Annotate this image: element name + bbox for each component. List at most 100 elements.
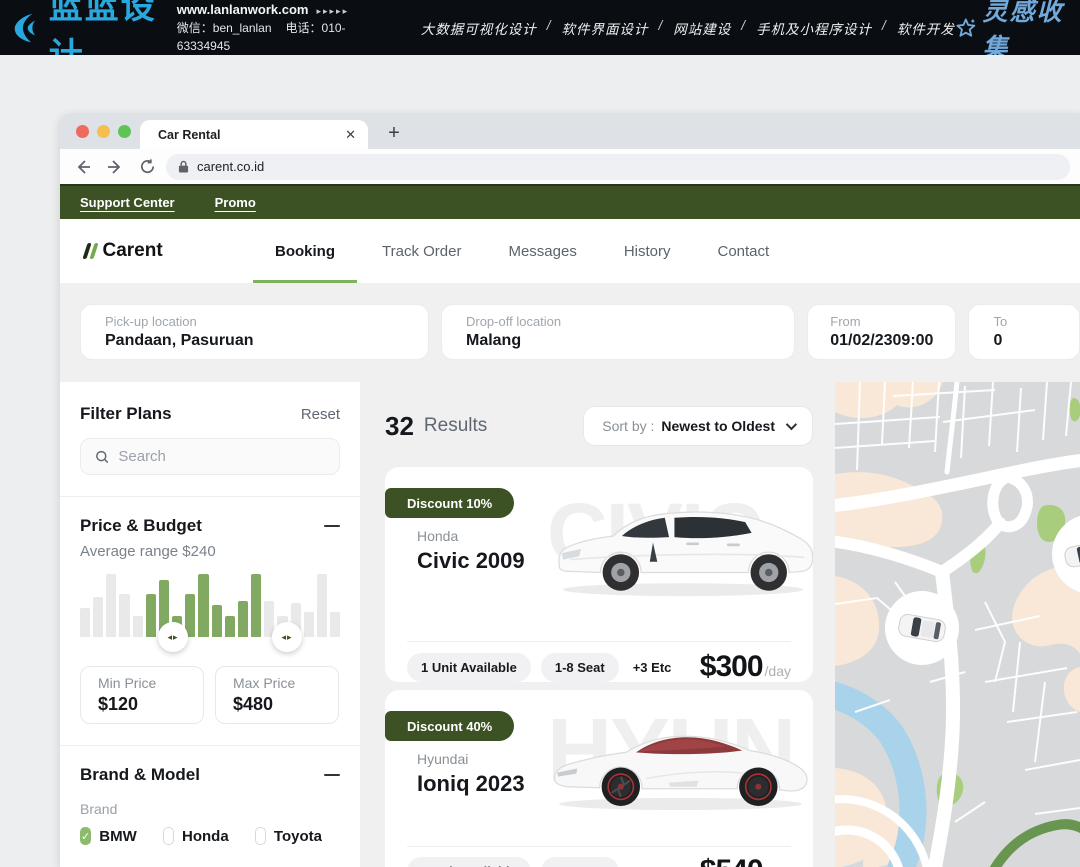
site-topbar: Support Center Promo	[60, 184, 1080, 219]
car-model: Ioniq 2023	[417, 771, 525, 797]
browser-window: Car Rental ✕ + carent.co.id	[60, 113, 1080, 867]
brand-name: Carent	[103, 240, 163, 262]
lock-icon	[178, 160, 189, 173]
separator: /	[882, 18, 887, 38]
star-icon	[955, 14, 977, 42]
from-field[interactable]: From 01/02/2309:00	[807, 304, 956, 360]
per-day-text: /day	[765, 663, 791, 679]
service-item[interactable]: 网站建设	[673, 18, 731, 38]
histogram-bar	[106, 574, 116, 637]
nav-item-contact[interactable]: Contact	[718, 219, 770, 283]
units-pill: 1 Unit Available	[407, 653, 531, 682]
histogram-bar	[330, 612, 340, 637]
histogram-bar	[238, 601, 248, 637]
refresh-button[interactable]	[134, 154, 160, 180]
sort-dropdown[interactable]: Sort by : Newest to Oldest	[583, 406, 813, 446]
forward-button[interactable]	[102, 154, 128, 180]
minimize-button[interactable]	[97, 125, 110, 138]
car-image-civic	[549, 483, 813, 603]
site-logo[interactable]: Carent	[85, 240, 215, 262]
histogram-bar	[198, 574, 208, 637]
sort-prefix: Sort by :	[602, 418, 654, 434]
collapse-icon[interactable]	[324, 525, 340, 528]
support-center-link[interactable]: Support Center	[80, 195, 175, 210]
field-value: Malang	[466, 332, 770, 350]
promo-bar: 蓝蓝设计 www.lanlanwork.com▸▸▸▸▸ 微信：ben_lanl…	[0, 0, 1080, 55]
histogram-bar	[93, 597, 103, 637]
sort-value: Newest to Oldest	[661, 418, 775, 434]
field-value: 0	[993, 332, 1055, 350]
dropoff-field[interactable]: Drop-off location Malang	[441, 304, 795, 360]
divider	[60, 745, 360, 746]
field-label: To	[993, 314, 1055, 329]
car-brand: Honda	[417, 528, 458, 544]
collect-button[interactable]: 灵感收集	[955, 0, 1066, 64]
histogram-bar	[304, 612, 314, 637]
checkbox-honda[interactable]: ✓	[163, 827, 174, 845]
filter-title: Filter Plans	[80, 404, 172, 424]
car-brand: Hyundai	[417, 751, 468, 767]
close-button[interactable]	[76, 125, 89, 138]
fullscreen-button[interactable]	[118, 125, 131, 138]
browser-tab[interactable]: Car Rental ✕	[140, 120, 368, 149]
filter-search[interactable]	[80, 438, 340, 475]
tab-close-icon[interactable]: ✕	[345, 127, 356, 143]
service-item[interactable]: 软件界面设计	[562, 18, 649, 38]
collapse-icon[interactable]	[324, 774, 340, 777]
back-arrow-icon	[74, 158, 92, 176]
url-text: carent.co.id	[197, 159, 264, 174]
pickup-field[interactable]: Pick-up location Pandaan, Pasuruan	[80, 304, 429, 360]
service-item[interactable]: 大数据可视化设计	[421, 18, 537, 38]
arrows-decoration: ▸▸▸▸▸	[317, 6, 350, 16]
reset-button[interactable]: Reset	[301, 406, 340, 423]
histogram-bar	[133, 616, 143, 637]
new-tab-button[interactable]: +	[382, 122, 406, 145]
checkbox-label: Honda	[182, 828, 229, 845]
refresh-icon	[139, 158, 156, 175]
window-controls	[76, 125, 131, 138]
logo-slashes-icon	[85, 243, 96, 259]
units-pill: 1 Unit Available	[407, 857, 531, 867]
nav-item-messages[interactable]: Messages	[508, 219, 576, 283]
nav-item-history[interactable]: History	[624, 219, 671, 283]
nav-item-track-order[interactable]: Track Order	[382, 219, 461, 283]
min-price-label: Min Price	[98, 675, 186, 691]
nav-item-booking[interactable]: Booking	[275, 219, 335, 283]
service-item[interactable]: 手机及小程序设计	[756, 18, 872, 38]
results-count-label: Results	[424, 415, 487, 437]
car-card[interactable]: HYUN Discoun	[385, 690, 813, 867]
from-date: 01/02/23	[830, 332, 892, 350]
min-price-value: $120	[98, 694, 186, 715]
avg-range-text: Average range $240	[80, 543, 340, 560]
min-price-box[interactable]: Min Price $120	[80, 666, 204, 724]
browser-tab-strip: Car Rental ✕ +	[60, 113, 1080, 149]
chevron-down-icon	[786, 419, 797, 430]
back-button[interactable]	[70, 154, 96, 180]
promo-link[interactable]: Promo	[215, 195, 256, 210]
checkbox-bmw[interactable]: ✓	[80, 827, 91, 845]
max-price-box[interactable]: Max Price $480	[215, 666, 339, 724]
field-label: Drop-off location	[466, 314, 770, 329]
field-label: From	[830, 314, 933, 329]
to-field[interactable]: To 0	[968, 304, 1080, 360]
price-histogram	[80, 574, 340, 637]
url-bar[interactable]: carent.co.id	[166, 154, 1070, 180]
search-input[interactable]	[118, 448, 325, 465]
range-handle-min[interactable]: ◂▸	[158, 622, 188, 652]
histogram-bar	[146, 594, 156, 637]
range-handle-max[interactable]: ◂▸	[272, 622, 302, 652]
map[interactable]	[835, 382, 1080, 867]
max-price-label: Max Price	[233, 675, 321, 691]
checkbox-toyota[interactable]: ✓	[255, 827, 266, 845]
seats-pill: 1-4 Seat	[541, 857, 619, 867]
map-car-marker[interactable]	[885, 591, 959, 665]
brand-section-title: Brand & Model	[80, 765, 200, 785]
search-icon	[95, 449, 109, 465]
etc-text: +3 Etc	[633, 864, 672, 867]
lanlan-logo-icon	[12, 8, 45, 48]
service-item[interactable]: 软件开发	[897, 18, 955, 38]
histogram-bar	[317, 574, 327, 637]
desktop-background: Car Rental ✕ + carent.co.id	[0, 55, 1080, 867]
car-card[interactable]: CIVIC	[385, 467, 813, 682]
website-link[interactable]: www.lanlanwork.com	[177, 2, 309, 17]
